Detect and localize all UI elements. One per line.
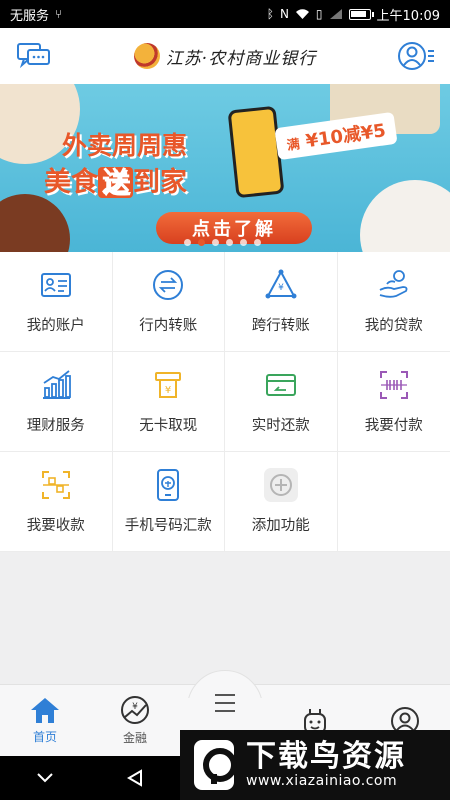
carousel-dot[interactable] xyxy=(198,239,205,246)
watermark-title: 下载鸟资源 xyxy=(246,739,406,775)
bank-logo: 江苏·农村商业银行 xyxy=(133,43,317,69)
carousel-dot[interactable] xyxy=(254,239,261,246)
message-button[interactable] xyxy=(14,36,54,76)
function-item-label: 我要付款 xyxy=(364,418,423,434)
promo-banner[interactable]: 外卖周周惠 美食送到家 满 ¥10减¥5 点击了解 xyxy=(0,84,450,252)
user-menu-icon xyxy=(398,42,434,70)
app-header: 江苏·农村商业银行 xyxy=(0,28,450,84)
watermark-logo xyxy=(194,740,237,790)
message-icon xyxy=(17,43,50,69)
carousel-dot[interactable] xyxy=(240,239,247,246)
user-menu-button[interactable] xyxy=(396,36,436,76)
carrier-text: 无服务 xyxy=(10,8,50,24)
phone-remit-icon xyxy=(151,468,185,502)
back-triangle-icon xyxy=(127,769,142,787)
add-function-icon xyxy=(263,468,298,502)
tab-finance[interactable]: ¥ 金融 xyxy=(90,685,180,756)
bluetooth-icon: ᛒ xyxy=(266,7,274,21)
function-item-label: 理财服务 xyxy=(26,418,85,434)
function-item[interactable]: 我的账户 xyxy=(0,252,113,352)
banner-subline-suffix: 到家 xyxy=(133,167,187,198)
battery-icon xyxy=(348,8,374,20)
finance-icon: ¥ xyxy=(121,696,149,724)
function-item[interactable]: ¥ 无卡取现 xyxy=(112,352,225,452)
promo-amount: ¥10减¥5 xyxy=(304,120,388,153)
function-item-label: 手机号码汇款 xyxy=(124,518,212,534)
function-item-label: 我的账户 xyxy=(26,318,85,334)
function-item-label: 跨行转账 xyxy=(251,318,310,334)
receive-scan-icon xyxy=(39,468,73,502)
status-bar: 无服务 ⑂ ᛒ N ▯ 上午10:09 xyxy=(0,0,450,28)
wealth-chart-icon xyxy=(39,368,73,402)
clock-text: 上午10:09 xyxy=(376,8,440,24)
noodle-bowl-image xyxy=(0,194,70,252)
function-item-label: 实时还款 xyxy=(251,418,310,434)
pay-scan-icon xyxy=(377,368,411,402)
carousel-dot[interactable] xyxy=(212,239,219,246)
nav-collapse-button[interactable] xyxy=(0,772,90,784)
function-item[interactable]: 行内转账 xyxy=(112,252,225,352)
tab-finance-label: 金融 xyxy=(122,731,147,745)
nfc-icon: N xyxy=(279,7,289,21)
tab-home-label: 首页 xyxy=(32,730,57,744)
repayment-card-icon xyxy=(264,368,298,402)
promo-prefix: 满 xyxy=(285,137,301,154)
sim-icon: ▯ xyxy=(315,7,323,21)
nav-back-button[interactable] xyxy=(90,769,180,787)
function-item-label: 我要收款 xyxy=(26,518,85,534)
svg-text:¥: ¥ xyxy=(132,702,138,712)
svg-text:¥: ¥ xyxy=(165,385,171,396)
chevron-down-icon xyxy=(37,773,53,783)
bank-logo-text: 江苏·农村商业银行 xyxy=(165,48,317,69)
bank-logo-mark xyxy=(133,43,160,69)
function-item[interactable]: 实时还款 xyxy=(225,352,338,452)
watermark-url: www.xiazainiao.com xyxy=(246,772,398,789)
function-item[interactable]: 我的贷款 xyxy=(337,252,450,352)
cardless-cash-icon: ¥ xyxy=(151,368,185,402)
function-item[interactable]: 我要付款 xyxy=(337,352,450,452)
function-item[interactable]: 我要收款 xyxy=(0,452,113,552)
signal-icon xyxy=(329,9,342,19)
svg-text:¥: ¥ xyxy=(278,283,284,293)
promo-badge: 满 ¥10减¥5 xyxy=(274,111,398,161)
transfer-icon xyxy=(151,268,185,302)
banner-subline-prefix: 美食 xyxy=(44,167,98,198)
function-item-empty xyxy=(337,452,450,552)
watermark: 下载鸟资源 www.xiazainiao.com xyxy=(180,730,450,800)
function-item-label: 添加功能 xyxy=(251,518,310,534)
carousel-indicator xyxy=(184,239,261,246)
function-item-label: 无卡取现 xyxy=(139,418,198,434)
carousel-dot[interactable] xyxy=(226,239,233,246)
wifi-icon xyxy=(295,9,309,19)
function-grid: 我的账户 行内转账 ¥ 跨行转账 我的贷款理财服务 ¥ 无卡取现 实时还款 我要付款我要收款 手机… xyxy=(0,252,450,552)
loan-icon xyxy=(377,268,411,302)
usb-icon: ⑂ xyxy=(55,7,63,21)
banner-subline: 美食送到家 xyxy=(44,160,187,199)
banner-subline-highlight: 送 xyxy=(98,167,133,198)
account-card-icon xyxy=(39,268,73,302)
banner-headline: 外卖周周惠 xyxy=(62,131,188,160)
function-item[interactable]: ¥ 跨行转账 xyxy=(225,252,338,352)
function-item[interactable]: 手机号码汇款 xyxy=(112,452,225,552)
function-item-label: 行内转账 xyxy=(139,318,198,334)
function-item[interactable]: 添加功能 xyxy=(225,452,338,552)
lobster-plate-image xyxy=(360,180,450,252)
carousel-dot[interactable] xyxy=(184,239,191,246)
phone-illustration xyxy=(227,105,285,199)
interbank-transfer-icon: ¥ xyxy=(264,268,298,302)
function-item[interactable]: 理财服务 xyxy=(0,352,113,452)
home-icon xyxy=(31,698,59,723)
menu-icon xyxy=(215,694,235,712)
tab-home[interactable]: 首页 xyxy=(0,685,90,756)
function-item-label: 我的贷款 xyxy=(364,318,423,334)
